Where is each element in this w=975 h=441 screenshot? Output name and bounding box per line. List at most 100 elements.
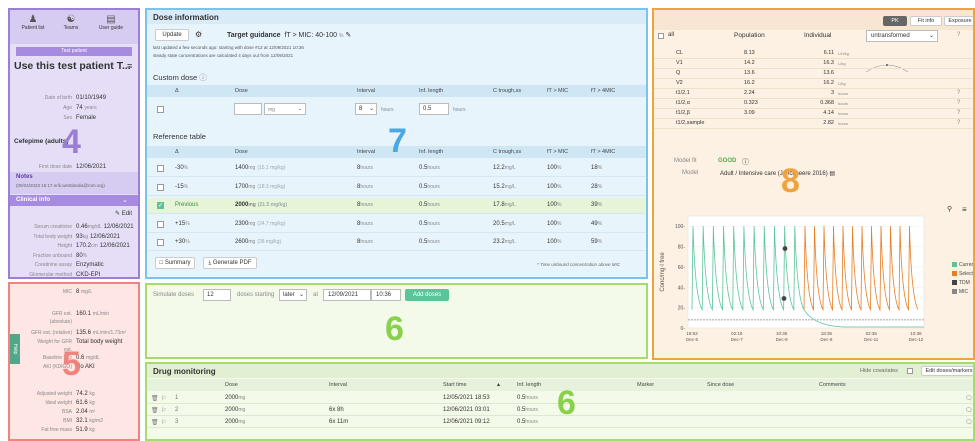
gfr-rel-label: GFR est. (relative)	[31, 330, 72, 336]
trash-icon[interactable]: 🗑	[151, 419, 159, 426]
param-unit: hours	[838, 121, 849, 126]
menu-icon[interactable]: ≡	[127, 61, 132, 71]
teams-nav[interactable]: ☯ Teams	[56, 14, 86, 31]
comment-icon[interactable]: 🗨	[965, 419, 973, 426]
table-row[interactable]	[147, 161, 646, 177]
notes-title[interactable]: Notes	[16, 174, 33, 180]
interval-unit: hours	[360, 220, 373, 227]
edit-button[interactable]: ✎ Edit	[115, 210, 132, 217]
table-row[interactable]	[147, 235, 646, 251]
marker-4: 4	[62, 123, 81, 161]
dose-unit: mg	[248, 165, 256, 171]
table-header: Inf. length	[419, 88, 444, 94]
flag-icon[interactable]: ⚐	[161, 407, 166, 414]
chevron-down-icon[interactable]: ⌄	[298, 106, 302, 112]
help-tab[interactable]: Help	[10, 334, 20, 364]
info-icon[interactable]: ⓘ	[199, 73, 207, 82]
comment-icon[interactable]: 🗨	[965, 407, 973, 414]
custom-checkbox[interactable]	[157, 106, 164, 113]
flag-icon[interactable]: ⚐	[161, 419, 166, 426]
clinical-value-number: 80	[76, 252, 83, 259]
monitor-header[interactable]: Interval	[329, 382, 347, 388]
later-select[interactable]: later ⌄	[279, 289, 307, 301]
delta-value: +30	[175, 239, 186, 245]
row-checkbox[interactable]	[157, 165, 164, 172]
custom-dose-input[interactable]	[234, 103, 262, 115]
chevron-down-icon[interactable]: ⌄	[122, 196, 128, 204]
y-tick-label: 0-	[681, 326, 686, 332]
pk-chart[interactable]: 0-20-40-60-80-100-Conc/mg·l free18:53Dec…	[654, 210, 975, 360]
dose-cell: 1400mg (15.1 mg/kg)	[235, 165, 285, 171]
table-row[interactable]	[147, 198, 646, 214]
hide-covariates-checkbox[interactable]	[907, 368, 913, 374]
generate-pdf-button[interactable]: ⤓ Generate PDF	[203, 257, 257, 269]
tdm-point[interactable]	[781, 296, 787, 301]
teams-label: Teams	[63, 25, 79, 31]
trash-icon[interactable]: 🗑	[151, 395, 159, 402]
sort-up-icon[interactable]: ▴	[497, 381, 500, 388]
sim-date-input[interactable]: 12/09/2021	[323, 289, 371, 301]
add-doses-button[interactable]: Add doses	[405, 289, 449, 301]
edit-target-icon[interactable]: ✎	[345, 32, 351, 39]
help-icon[interactable]: ?	[957, 110, 960, 116]
delta-value: Previous	[175, 202, 199, 208]
inf-cell: 0.5hours	[419, 165, 440, 171]
pk-tab[interactable]: Fit info	[910, 16, 942, 26]
param-unit: L/h/kg	[838, 51, 849, 56]
gear-icon[interactable]: ⚙	[195, 30, 202, 39]
patient-list-nav[interactable]: ♟ Patient list	[16, 14, 50, 31]
help-icon[interactable]: ?	[957, 120, 960, 126]
start-time-cell: 12/06/2021 09:12	[443, 419, 490, 425]
ft-mic-cell: 100%	[547, 184, 561, 190]
table-row[interactable]	[147, 217, 646, 233]
flag-icon[interactable]: ⚐	[161, 395, 166, 402]
pk-tab[interactable]: PK	[883, 16, 907, 26]
sim-time-input[interactable]: 10:36	[371, 289, 401, 301]
param-population: 8.13	[744, 50, 755, 56]
book-icon[interactable]: ▤	[829, 171, 835, 177]
ft-4mic-unit: %	[597, 220, 603, 227]
gfr-abs-unit: mL/min	[92, 311, 110, 317]
age-unit: years	[84, 105, 97, 111]
help-icon[interactable]: ?	[957, 32, 960, 38]
dose-unit: mg	[238, 395, 246, 401]
edit-doses-button[interactable]: Edit doses/markers	[921, 366, 973, 376]
info-icon[interactable]: ⓘ	[742, 157, 749, 167]
monitor-header[interactable]: Marker	[637, 382, 654, 388]
user-guide-nav[interactable]: ▤ User guide	[94, 14, 128, 31]
pk-tab[interactable]: Exposure	[944, 16, 973, 26]
monitor-header[interactable]: Inf. length	[517, 382, 541, 388]
monitor-header[interactable]: Start time	[443, 382, 467, 388]
clinical-label: Glomerular method	[29, 271, 72, 278]
monitor-header[interactable]: Comments	[819, 382, 846, 388]
row-checkbox[interactable]	[157, 239, 164, 246]
custom-interval-select[interactable]: 8 ⌄	[355, 103, 377, 115]
row-checkbox[interactable]: ✓	[157, 202, 164, 209]
table-header: C trough,ss	[493, 149, 522, 155]
help-icon[interactable]: ?	[957, 90, 960, 96]
table-row[interactable]	[147, 180, 646, 196]
param-name: V2	[676, 80, 683, 86]
row-checkbox[interactable]	[157, 220, 164, 228]
bsa-value: 2.04	[76, 409, 88, 415]
tdm-point[interactable]	[782, 246, 788, 251]
test-patient-badge: Test patient	[16, 47, 132, 56]
clinical-info-title[interactable]: Clinical info	[16, 197, 50, 203]
help-icon[interactable]: ?	[957, 100, 960, 106]
all-checkbox[interactable]	[658, 33, 664, 39]
trash-icon[interactable]: 🗑	[151, 407, 159, 414]
x-tick-label: 18:36	[821, 331, 833, 336]
update-button[interactable]: Update	[155, 29, 189, 41]
dose-value: 2300	[235, 220, 249, 227]
ft-mic-value: 100	[547, 239, 558, 245]
custom-inf-input[interactable]: 0.5	[419, 103, 449, 115]
transform-select[interactable]: untransformed ⌄	[866, 30, 938, 42]
dose-count-input[interactable]: 12	[203, 289, 231, 301]
param-population: 0.323	[744, 100, 758, 106]
monitor-header[interactable]: Since dose	[707, 382, 734, 388]
clinical-unit: cm	[91, 243, 98, 249]
row-checkbox[interactable]	[157, 183, 164, 191]
monitor-header[interactable]: Dose	[225, 382, 238, 388]
comment-icon[interactable]: 🗨	[965, 395, 973, 402]
summary-button[interactable]: □ Summary	[155, 257, 195, 269]
